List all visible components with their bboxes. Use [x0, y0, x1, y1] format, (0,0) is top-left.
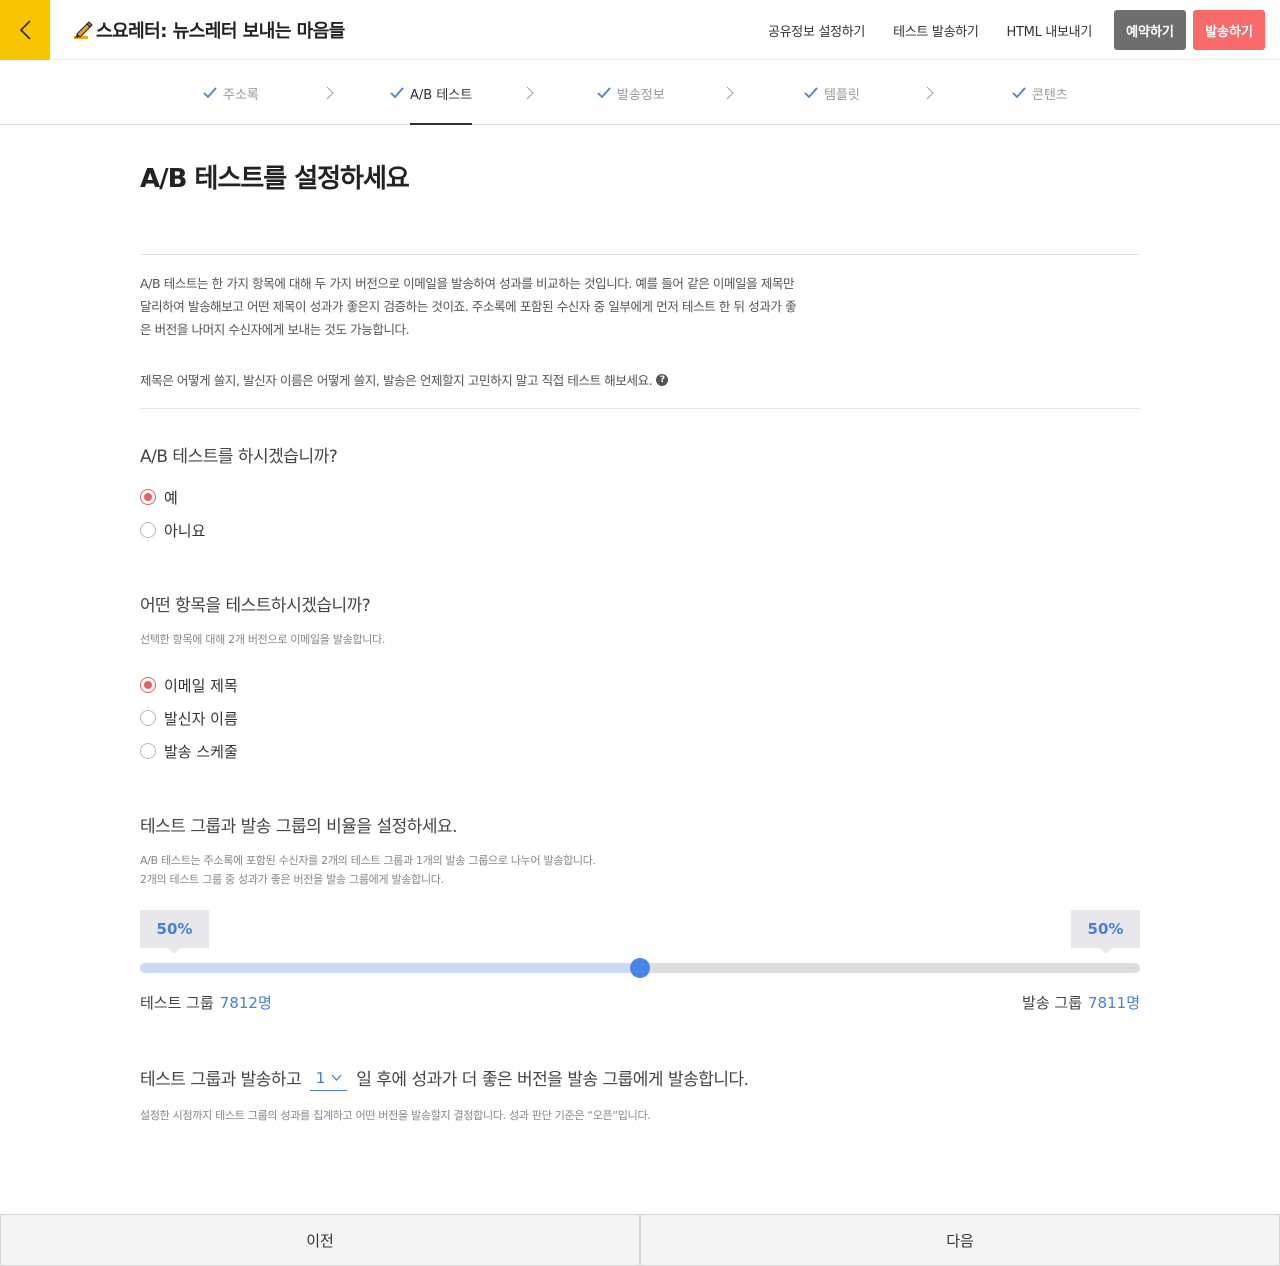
- ab-test-yes-radio[interactable]: 예: [140, 487, 178, 507]
- send-group-info: 발송 그룹 7811명: [1022, 992, 1140, 1013]
- reserve-button[interactable]: 예약하기: [1114, 10, 1186, 50]
- ratio-desc-1: A/B 테스트는 주소록에 포함된 수신자를 2개의 테스트 그룹과 1개의 발…: [140, 854, 596, 867]
- radio-label: 아니요: [164, 521, 206, 540]
- radio-label: 이메일 제목: [164, 676, 238, 695]
- test-group-label: 테스트 그룹: [140, 994, 214, 1012]
- schedule-prefix: 테스트 그룹과 발송하고: [140, 1069, 302, 1090]
- ratio-slider-handle[interactable]: [630, 958, 650, 978]
- day-select[interactable]: 1: [310, 1065, 348, 1091]
- schedule-suffix: 일 후에 성과가 더 좋은 버전을 발송 그룹에게 발송합니다.: [356, 1069, 749, 1090]
- step-navigation: 주소록 A/B 테스트 발송정보 템플릿 콘텐츠: [0, 61, 1280, 125]
- test-item-question: 어떤 항목을 테스트하시겠습니까?: [140, 596, 371, 616]
- newsletter-title: 스요레터: 뉴스레터 보내는 마음들: [96, 21, 345, 42]
- check-icon: [804, 87, 818, 99]
- intro-text: A/B 테스트는 한 가지 항목에 대해 두 가지 버전으로 이메일을 발송하여…: [140, 276, 797, 337]
- step-ab-test[interactable]: A/B 테스트: [390, 61, 473, 125]
- radio-circle[interactable]: [140, 677, 156, 693]
- radio-label: 예: [164, 488, 178, 507]
- ab-test-no-radio[interactable]: 아니요: [140, 520, 205, 540]
- header-menu: 공유정보 설정하기 테스트 발송하기 HTML 내보내기 예약하기 발송하기: [768, 10, 1265, 50]
- prev-button[interactable]: 이전: [0, 1214, 640, 1266]
- step-contents[interactable]: 콘텐츠: [1012, 61, 1068, 125]
- email-subject-radio[interactable]: 이메일 제목: [140, 675, 238, 695]
- step-send-info[interactable]: 발송정보: [597, 61, 665, 125]
- chevron-right-icon: [726, 86, 734, 100]
- send-button[interactable]: 발송하기: [1193, 10, 1265, 50]
- radio-circle[interactable]: [140, 710, 156, 726]
- radio-circle[interactable]: [140, 489, 156, 505]
- check-icon: [597, 87, 611, 99]
- radio-circle[interactable]: [140, 522, 156, 538]
- chevron-right-icon: [926, 86, 934, 100]
- ab-test-question: A/B 테스트를 하시겠습니까?: [140, 447, 338, 467]
- check-icon: [390, 87, 404, 99]
- chevron-left-icon: [19, 20, 31, 40]
- sender-name-radio[interactable]: 발신자 이름: [140, 708, 238, 728]
- check-icon: [203, 87, 217, 99]
- step-address-book[interactable]: 주소록: [203, 61, 259, 125]
- top-header: 스요레터: 뉴스레터 보내는 마음들 공유정보 설정하기 테스트 발송하기 HT…: [0, 0, 1280, 60]
- test-send-link[interactable]: 테스트 발송하기: [893, 21, 979, 40]
- chevron-right-icon: [526, 86, 534, 100]
- chevron-down-icon: [331, 1074, 342, 1081]
- divider: [140, 254, 1140, 255]
- step-label: 콘텐츠: [1032, 87, 1068, 103]
- schedule-sentence: 테스트 그룹과 발송하고 1 일 후에 성과가 더 좋은 버전을 발송 그룹에게…: [140, 1064, 749, 1091]
- step-label: 주소록: [223, 87, 259, 103]
- help-icon[interactable]: ?: [656, 373, 669, 386]
- step-label: 발송정보: [617, 87, 665, 103]
- radio-label: 발신자 이름: [164, 709, 238, 728]
- test-item-desc: 선택한 항목에 대해 2개 버전으로 이메일을 발송합니다.: [140, 633, 386, 646]
- ratio-slider-fill: [140, 963, 640, 973]
- schedule-desc: 설정한 시점까지 테스트 그룹의 성과를 집계하고 어떤 버전을 발송할지 결정…: [140, 1109, 651, 1122]
- share-settings-link[interactable]: 공유정보 설정하기: [768, 21, 865, 40]
- send-percent-bubble: 50%: [1071, 910, 1140, 954]
- test-group-info: 테스트 그룹 7812명: [140, 992, 272, 1013]
- html-export-link[interactable]: HTML 내보내기: [1007, 21, 1093, 40]
- test-group-count: 7812명: [219, 994, 272, 1012]
- ratio-slider-track[interactable]: [140, 958, 1140, 978]
- step-template[interactable]: 템플릿: [804, 61, 860, 125]
- day-value: 1: [315, 1068, 326, 1087]
- pencil-icon: [74, 21, 93, 39]
- send-group-label: 발송 그룹: [1022, 994, 1083, 1012]
- send-group-count: 7811명: [1088, 994, 1140, 1012]
- ratio-question: 테스트 그룹과 발송 그룹의 비율을 설정하세요.: [140, 817, 458, 837]
- page-title: A/B 테스트를 설정하세요: [140, 164, 410, 194]
- intro-tip-text: 제목은 어떻게 쓸지, 발신자 이름은 어떻게 쓸지, 발송은 언제할지 고민하…: [140, 373, 653, 388]
- divider: [140, 408, 1140, 409]
- radio-label: 발송 스케줄: [164, 742, 238, 761]
- chevron-right-icon: [326, 86, 334, 100]
- radio-circle[interactable]: [140, 743, 156, 759]
- newsletter-title-area: 스요레터: 뉴스레터 보내는 마음들: [72, 0, 345, 60]
- back-button[interactable]: [0, 0, 50, 60]
- step-label: 템플릿: [824, 87, 860, 103]
- step-label: A/B 테스트: [410, 87, 473, 103]
- check-icon: [1012, 87, 1026, 99]
- test-percent-bubble: 50%: [140, 910, 209, 954]
- next-button[interactable]: 다음: [640, 1214, 1280, 1266]
- ratio-desc-2: 2개의 테스트 그룹 중 성과가 좋은 버전을 발송 그룹에게 발송합니다.: [140, 873, 444, 886]
- send-schedule-radio[interactable]: 발송 스케줄: [140, 741, 238, 761]
- intro-tip: 제목은 어떻게 쓸지, 발신자 이름은 어떻게 쓸지, 발송은 언제할지 고민하…: [140, 370, 669, 389]
